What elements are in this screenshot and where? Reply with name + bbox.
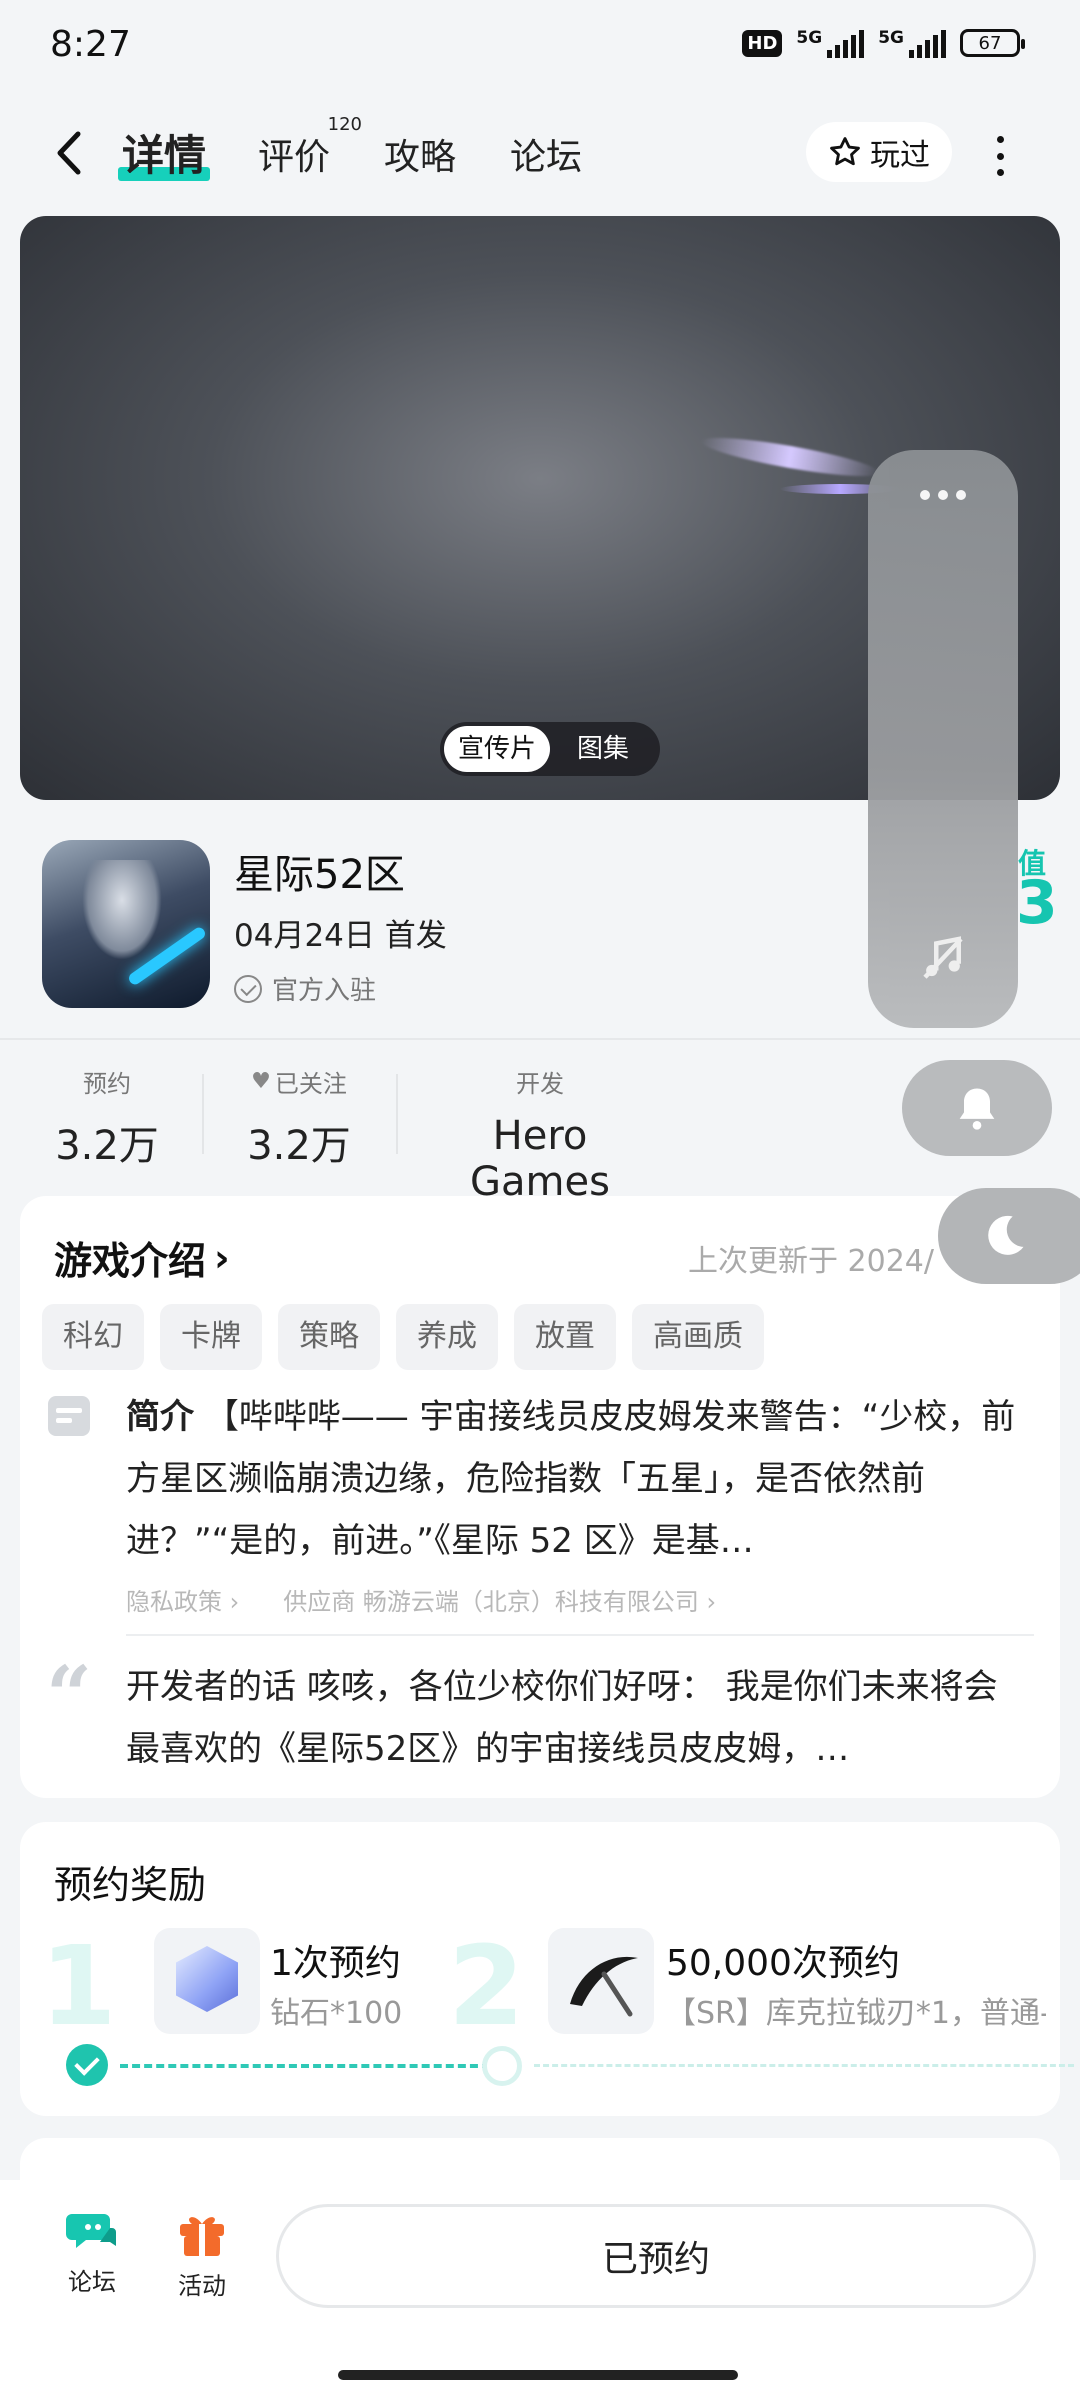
divider (126, 1634, 1034, 1636)
moon-icon[interactable] (938, 1188, 1080, 1284)
floating-panel[interactable] (868, 450, 1018, 1028)
vendor-link[interactable]: 供应商 畅游云端（北京）科技有限公司 › (283, 1582, 716, 1617)
stat-reservations: 预约 3.2万 (55, 1070, 159, 1169)
light-flare (699, 430, 881, 484)
game-intro-card: 游戏介绍 › 上次更新于 2024/ 科幻 卡牌 策略 养成 放置 高画质 简介 … (20, 1196, 1060, 1798)
reservation-reward-card: 预约奖励 1 1次预约 钻石*100 2 50,000次预约 【SR】库克拉钺刃… (20, 1822, 1074, 2116)
home-indicator[interactable] (338, 2370, 738, 2380)
back-arrow-icon[interactable] (50, 128, 90, 178)
tag-list: 科幻 卡牌 策略 养成 放置 高画质 (42, 1304, 764, 1370)
reward-title: 50,000次预约 (666, 1943, 900, 1984)
tab-forum[interactable]: 论坛 (510, 128, 582, 180)
legal-links: 隐私政策 › 供应商 畅游云端（北京）科技有限公司 › (126, 1582, 716, 1617)
document-icon (48, 1396, 90, 1436)
divider (0, 1038, 1080, 1040)
heart-check-icon: ♥ (251, 1069, 271, 1094)
step-complete-icon (66, 2044, 108, 2086)
gift-icon (176, 2208, 228, 2260)
reward-step-number: 1 (40, 1922, 117, 2050)
diamond-icon (154, 1928, 260, 2034)
star-icon (830, 137, 860, 166)
check-circle-icon (234, 974, 262, 1003)
chevron-right-icon: › (214, 1235, 230, 1280)
privacy-policy-link[interactable]: 隐私政策 › (126, 1582, 239, 1617)
tag[interactable]: 放置 (514, 1304, 616, 1370)
official-badge: 官方入驻 (234, 970, 376, 1007)
bell-icon[interactable] (902, 1060, 1052, 1156)
update-time: 上次更新于 2024/ (688, 1244, 934, 1279)
intro-summary[interactable]: 简介 【哔哔哔—— 宇宙接线员皮皮姆发来警告：“少校，前方星区濒临崩溃边缘，危险… (126, 1386, 1026, 1572)
more-options-icon[interactable] (990, 136, 1010, 176)
more-dots-icon[interactable] (920, 490, 966, 500)
review-count: 120 (327, 114, 363, 135)
forum-chat-icon (66, 2208, 118, 2256)
divider (202, 1074, 204, 1154)
progress-rail-pending (534, 2064, 1074, 2067)
quote-icon: “ (46, 1648, 93, 1742)
activity-button[interactable]: 活动 (162, 2208, 242, 2301)
status-bar: 8:27 HD 5G 5G 67 (0, 0, 1080, 90)
top-nav: 详情 评价 120 攻略 论坛 玩过 (0, 100, 1080, 210)
reserved-button[interactable]: 已预约 (276, 2204, 1036, 2308)
tag[interactable]: 科幻 (42, 1304, 144, 1370)
gallery-toggle[interactable]: 图集 (550, 726, 656, 772)
status-icons: HD 5G 5G 67 (742, 28, 1025, 58)
clock: 8:27 (50, 24, 131, 65)
trailer-toggle[interactable]: 宣传片 (444, 726, 550, 772)
divider (396, 1074, 398, 1154)
tab-reviews[interactable]: 评价 120 (258, 114, 362, 180)
reward-desc: 【SR】库克拉钺刃*1，普通- (666, 1996, 1046, 2031)
played-button[interactable]: 玩过 (806, 122, 952, 182)
step-pending-icon (482, 2046, 522, 2086)
value-number: 3 (1016, 868, 1058, 938)
release-date: 04月24日 首发 (234, 918, 447, 954)
scythe-icon (548, 1928, 654, 2034)
reward-step-number: 2 (448, 1922, 525, 2050)
tab-details[interactable]: 详情 (118, 122, 211, 183)
developer-note[interactable]: 开发者的话 咳咳，各位少校你们好呀： 我是你们未来将会最喜欢的《星际52区》的宇… (126, 1656, 1026, 1780)
bottom-action-bar: 论坛 活动 已预约 (0, 2180, 1080, 2400)
tag[interactable]: 策略 (278, 1304, 380, 1370)
tab-guides[interactable]: 攻略 (384, 128, 456, 180)
hd-badge: HD (742, 29, 783, 57)
intro-heading[interactable]: 游戏介绍 › (54, 1230, 230, 1285)
battery-icon: 67 (960, 29, 1025, 57)
progress-rail-done (120, 2064, 490, 2068)
signal-icon: 5G (796, 28, 865, 58)
game-title: 星际52区 (234, 852, 405, 898)
signal-icon: 5G (878, 28, 946, 58)
forum-button[interactable]: 论坛 (52, 2208, 132, 2297)
stat-followers[interactable]: ♥ 已关注 3.2万 (244, 1064, 354, 1171)
music-off-icon[interactable] (916, 930, 970, 996)
game-icon (42, 840, 210, 1008)
reward-heading: 预约奖励 (54, 1863, 207, 1907)
reward-title: 1次预约 (270, 1943, 401, 1984)
reward-desc: 钻石*100 (270, 1996, 403, 2031)
tag[interactable]: 养成 (396, 1304, 498, 1370)
stat-developer[interactable]: 开发 Hero Games (418, 1064, 662, 1205)
tag[interactable]: 卡牌 (160, 1304, 262, 1370)
media-switch: 宣传片 图集 (440, 722, 660, 776)
tag[interactable]: 高画质 (632, 1304, 764, 1370)
